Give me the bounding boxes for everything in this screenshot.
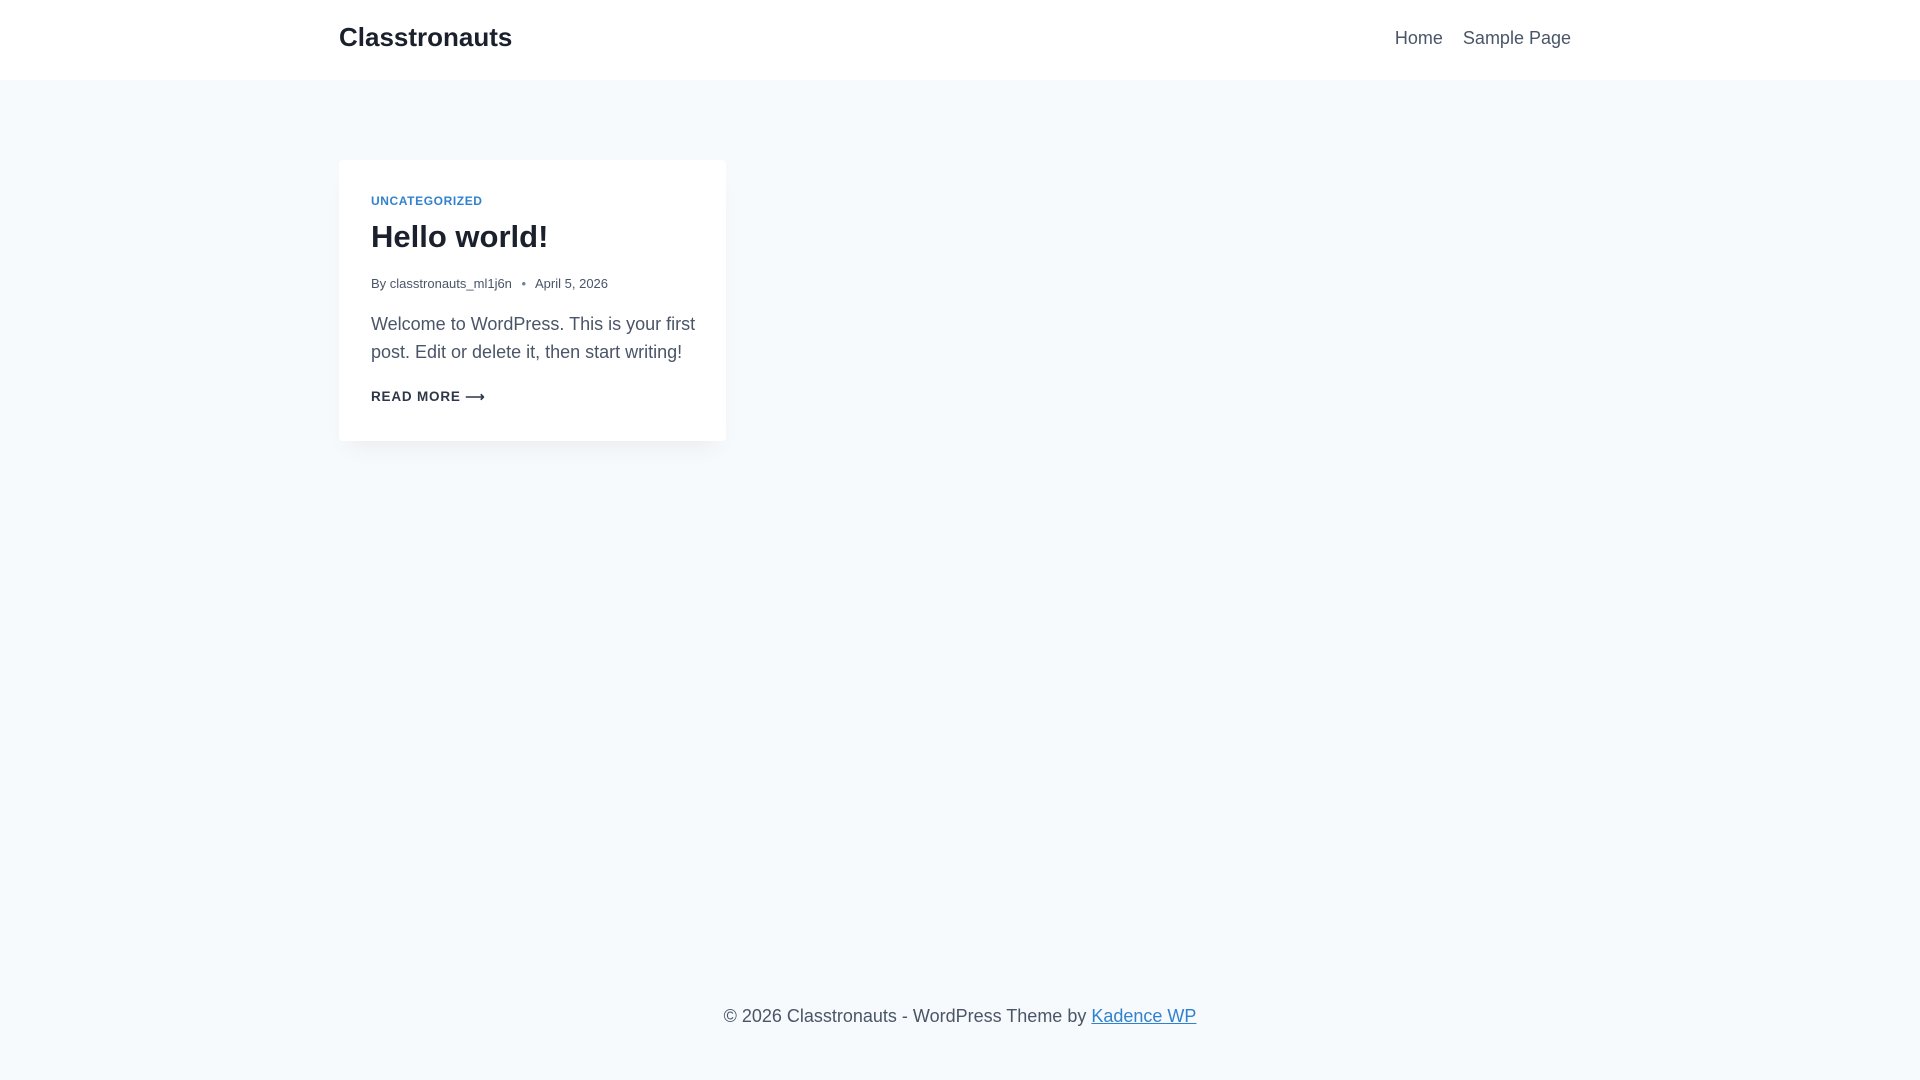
footer-text: © 2026 Classtronauts - WordPress Theme b… (723, 1006, 1092, 1026)
post-date: April 5, 2026 (535, 276, 609, 291)
site-footer: © 2026 Classtronauts - WordPress Theme b… (0, 1006, 1920, 1027)
nav-sample-page[interactable]: Sample Page (1463, 28, 1571, 49)
meta-separator: • (521, 276, 527, 291)
post-excerpt: Welcome to WordPress. This is your first… (371, 314, 696, 362)
site-title-link[interactable]: Classtronauts (339, 22, 512, 53)
site-header: Classtronauts Home Sample Page (0, 0, 1920, 80)
kadence-wp-link[interactable]: Kadence WP (1091, 1006, 1196, 1026)
post-title-link[interactable]: Hello world! (371, 219, 548, 255)
by-label: By (371, 276, 387, 291)
author-link[interactable]: classtronauts_ml1j6n (390, 276, 512, 291)
nav-home[interactable]: Home (1395, 28, 1443, 49)
arrow-right-icon: ⟶ (465, 389, 486, 404)
post-category-link[interactable]: UNCATEGORIZED (371, 194, 483, 208)
post-meta: By classtronauts_ml1j6n • April 5, 2026 (371, 276, 608, 291)
read-more-link[interactable]: READ MORE ⟶ (371, 389, 485, 405)
post-card: UNCATEGORIZED Hello world! By classtrona… (339, 160, 726, 441)
read-more-label: READ MORE (371, 389, 461, 404)
primary-nav: Home Sample Page (1395, 28, 1571, 49)
